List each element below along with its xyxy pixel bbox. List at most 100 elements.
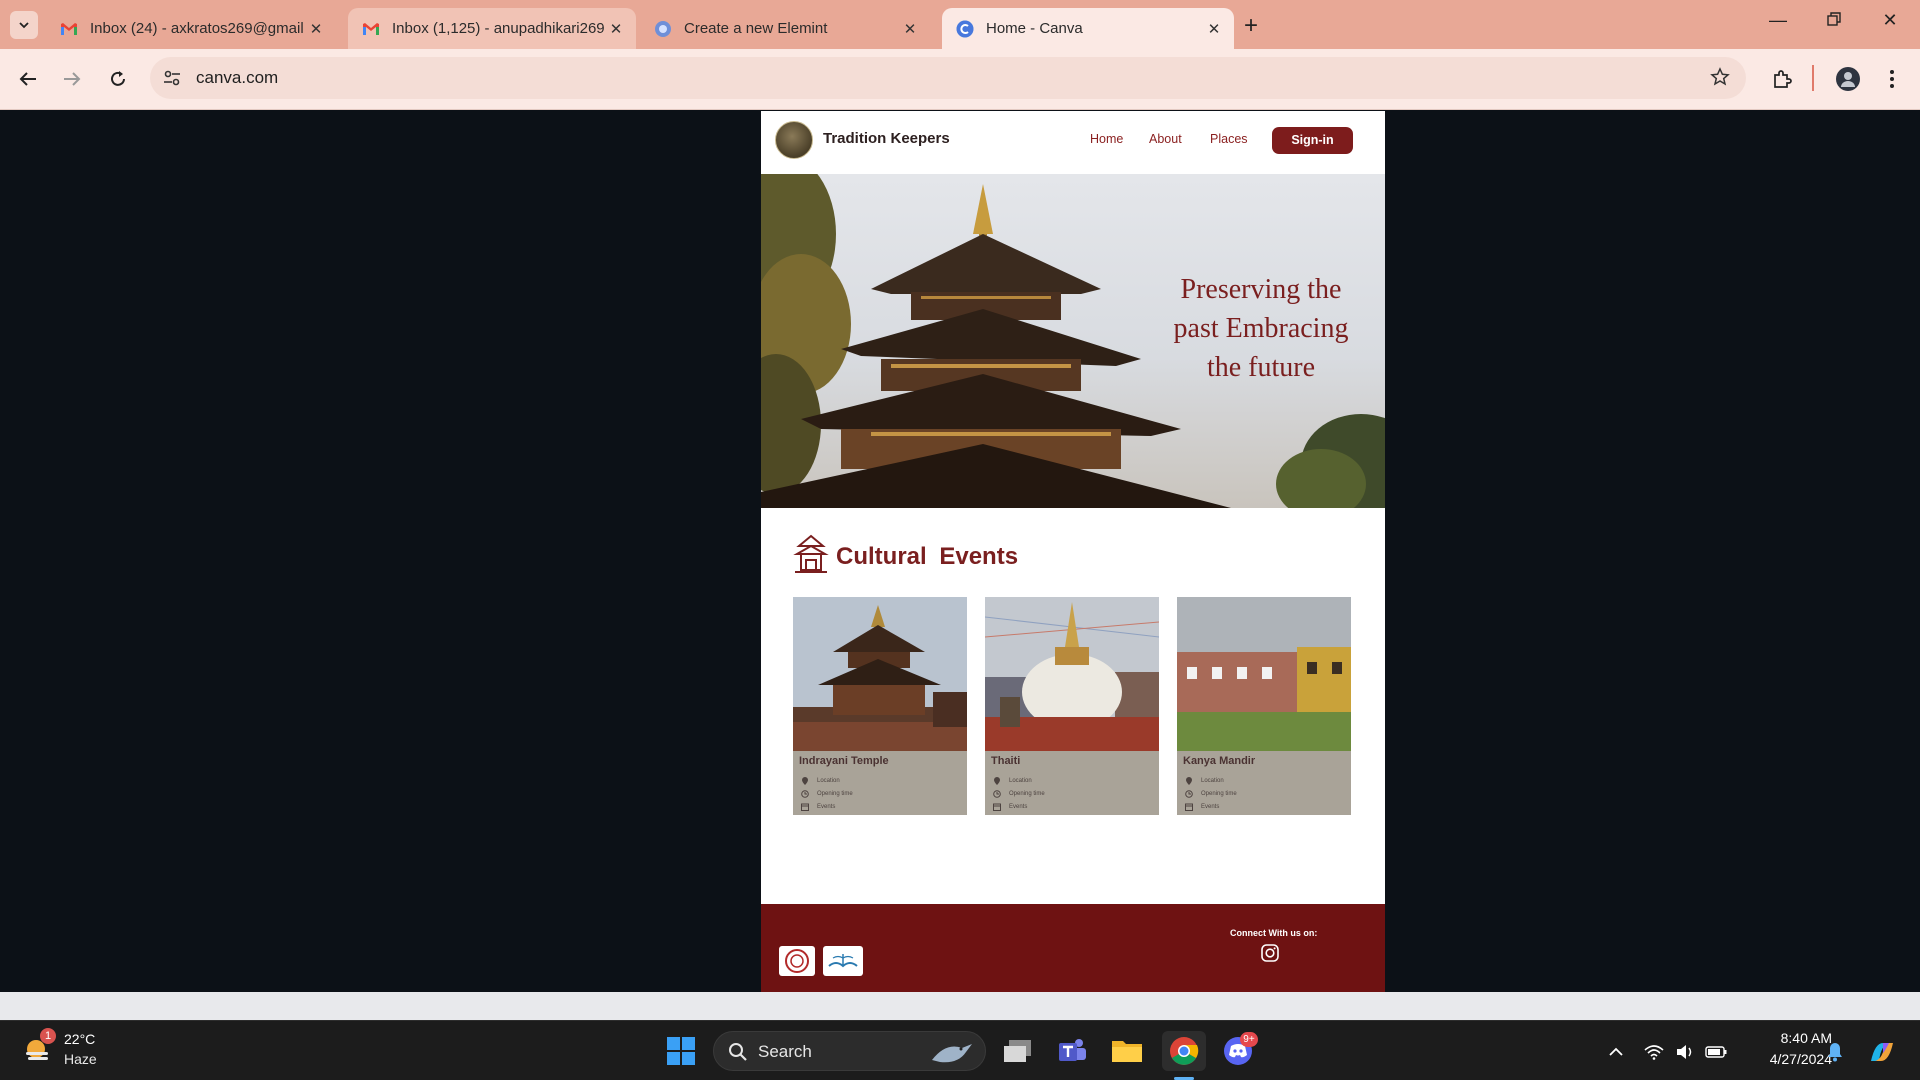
location-pin-icon [993,777,1003,785]
search-icon [728,1042,748,1067]
location-pin-icon [1185,777,1195,785]
window-close-icon[interactable]: ✕ [1870,10,1910,31]
close-icon[interactable]: ✕ [898,20,922,38]
instagram-icon[interactable] [1261,944,1279,967]
file-explorer-app[interactable] [1107,1031,1147,1071]
weather-temperature[interactable]: 22°C [64,1031,95,1047]
hero-banner: Preserving the past Embracing the future [761,174,1385,508]
card-title: Indrayani Temple [799,755,889,767]
events-label: Events [1201,804,1220,810]
nav-places-link[interactable]: Places [1210,132,1248,146]
tab-elemint[interactable]: Create a new Elemint ✕ [640,8,930,49]
task-view-button[interactable] [998,1031,1038,1071]
nav-about-link[interactable]: About [1149,132,1182,146]
canva-icon [956,20,974,38]
thaiti-stupa-photo [985,597,1159,751]
event-card-kanya-mandir[interactable]: Kanya Mandir Location Opening time Event… [1177,597,1351,815]
opening-label: Opening time [1201,791,1237,797]
windows-taskbar: 1 22°C Haze Search 9+ 8:40 AM 4/27/2024 [0,1020,1920,1080]
partner-seal-logo[interactable] [779,946,815,976]
event-card-thaiti[interactable]: Thaiti Location Opening time Events [985,597,1159,815]
clock-icon [993,790,1003,798]
task-view-icon [1004,1040,1031,1062]
toolbar-divider [1812,65,1814,91]
page-viewport: Tradition Keepers Home About Places Sign… [0,111,1920,992]
weather-description[interactable]: Haze [64,1051,97,1067]
chevron-down-icon [19,22,29,29]
address-bar[interactable]: canva.com [150,57,1746,99]
clock-date[interactable]: 4/27/2024 [1742,1051,1832,1067]
calendar-icon [801,803,811,811]
event-card-indrayani-temple[interactable]: Indrayani Temple Location Opening time E… [793,597,967,815]
card-opening: Opening time [801,790,853,798]
tab-gmail-2[interactable]: Inbox (1,125) - anupadhikari269@gmail.co… [348,8,636,49]
sign-in-button[interactable]: Sign-in [1272,127,1353,154]
arrow-right-icon [64,72,81,86]
site-logo[interactable] [775,121,813,159]
card-location: Location [801,777,840,785]
minimize-icon[interactable]: — [1758,10,1798,31]
forward-button[interactable] [58,65,86,93]
location-label: Location [817,778,840,784]
tab-canva[interactable]: Home - Canva ✕ [942,8,1234,49]
arrow-left-icon [19,72,36,86]
reload-icon [111,71,125,86]
start-button[interactable] [661,1031,701,1071]
card-location: Location [993,777,1032,785]
chrome-app[interactable] [1162,1031,1206,1071]
weather-badge: 1 [40,1028,56,1044]
location-label: Location [1009,778,1032,784]
reload-button[interactable] [104,65,132,93]
back-button[interactable] [14,65,42,93]
chrome-icon [1170,1037,1199,1065]
tab-gmail-1[interactable]: Inbox (24) - axkratos269@gmail.com ✕ [46,8,336,49]
card-location: Location [1185,777,1224,785]
close-icon[interactable]: ✕ [604,20,628,38]
show-hidden-icons-chevron-icon[interactable] [1603,1039,1629,1065]
new-tab-button[interactable]: + [1244,12,1258,40]
tab-search-button[interactable] [10,11,38,39]
restore-icon[interactable] [1814,10,1854,31]
teams-app[interactable] [1052,1031,1092,1071]
wifi-icon[interactable] [1641,1039,1667,1065]
tab-title: Home - Canva [986,20,1083,37]
events-label: Events [817,804,836,810]
card-events: Events [801,803,835,811]
discord-badge: 9+ [1240,1032,1258,1047]
kanya-mandir-photo [1177,597,1351,751]
connect-label: Connect With us on: [1230,928,1318,938]
site-footer: Connect With us on: [761,904,1385,992]
bookmark-star-icon[interactable] [1710,67,1730,92]
notifications-bell-icon[interactable] [1822,1039,1848,1065]
more-menu-icon[interactable] [1878,65,1906,93]
partner-book-logo[interactable] [823,946,863,976]
location-label: Location [1201,778,1224,784]
tab-title: Create a new Elemint [684,20,828,37]
clock-time[interactable]: 8:40 AM [1752,1030,1832,1046]
taskbar-search[interactable]: Search [713,1031,986,1071]
site-settings-icon[interactable] [162,68,182,93]
gmail-icon [60,20,78,38]
location-pin-icon [801,777,811,785]
opening-label: Opening time [1009,791,1045,797]
events-heading: Cultural Events [836,543,1019,570]
volume-icon[interactable] [1672,1039,1698,1065]
close-icon[interactable]: ✕ [304,20,328,38]
close-icon[interactable]: ✕ [1202,20,1226,38]
temple-icon [793,534,829,579]
calendar-icon [1185,803,1195,811]
search-highlight-bird-icon [928,1038,976,1071]
cultural-events-section: Cultural Events Indrayani Temple Locatio… [761,508,1385,904]
clock-icon [801,790,811,798]
copilot-icon[interactable] [1864,1039,1900,1065]
battery-icon[interactable] [1703,1039,1729,1065]
card-events: Events [1185,803,1219,811]
card-opening: Opening time [1185,790,1237,798]
nav-home-link[interactable]: Home [1090,132,1123,146]
url-text[interactable]: canva.com [196,68,278,88]
extensions-icon[interactable] [1768,65,1796,93]
tab-title: Inbox (24) - axkratos269@gmail.com [90,20,304,37]
page-bottom-strip [0,992,1920,1020]
card-opening: Opening time [993,790,1045,798]
profile-avatar[interactable] [1834,65,1862,93]
